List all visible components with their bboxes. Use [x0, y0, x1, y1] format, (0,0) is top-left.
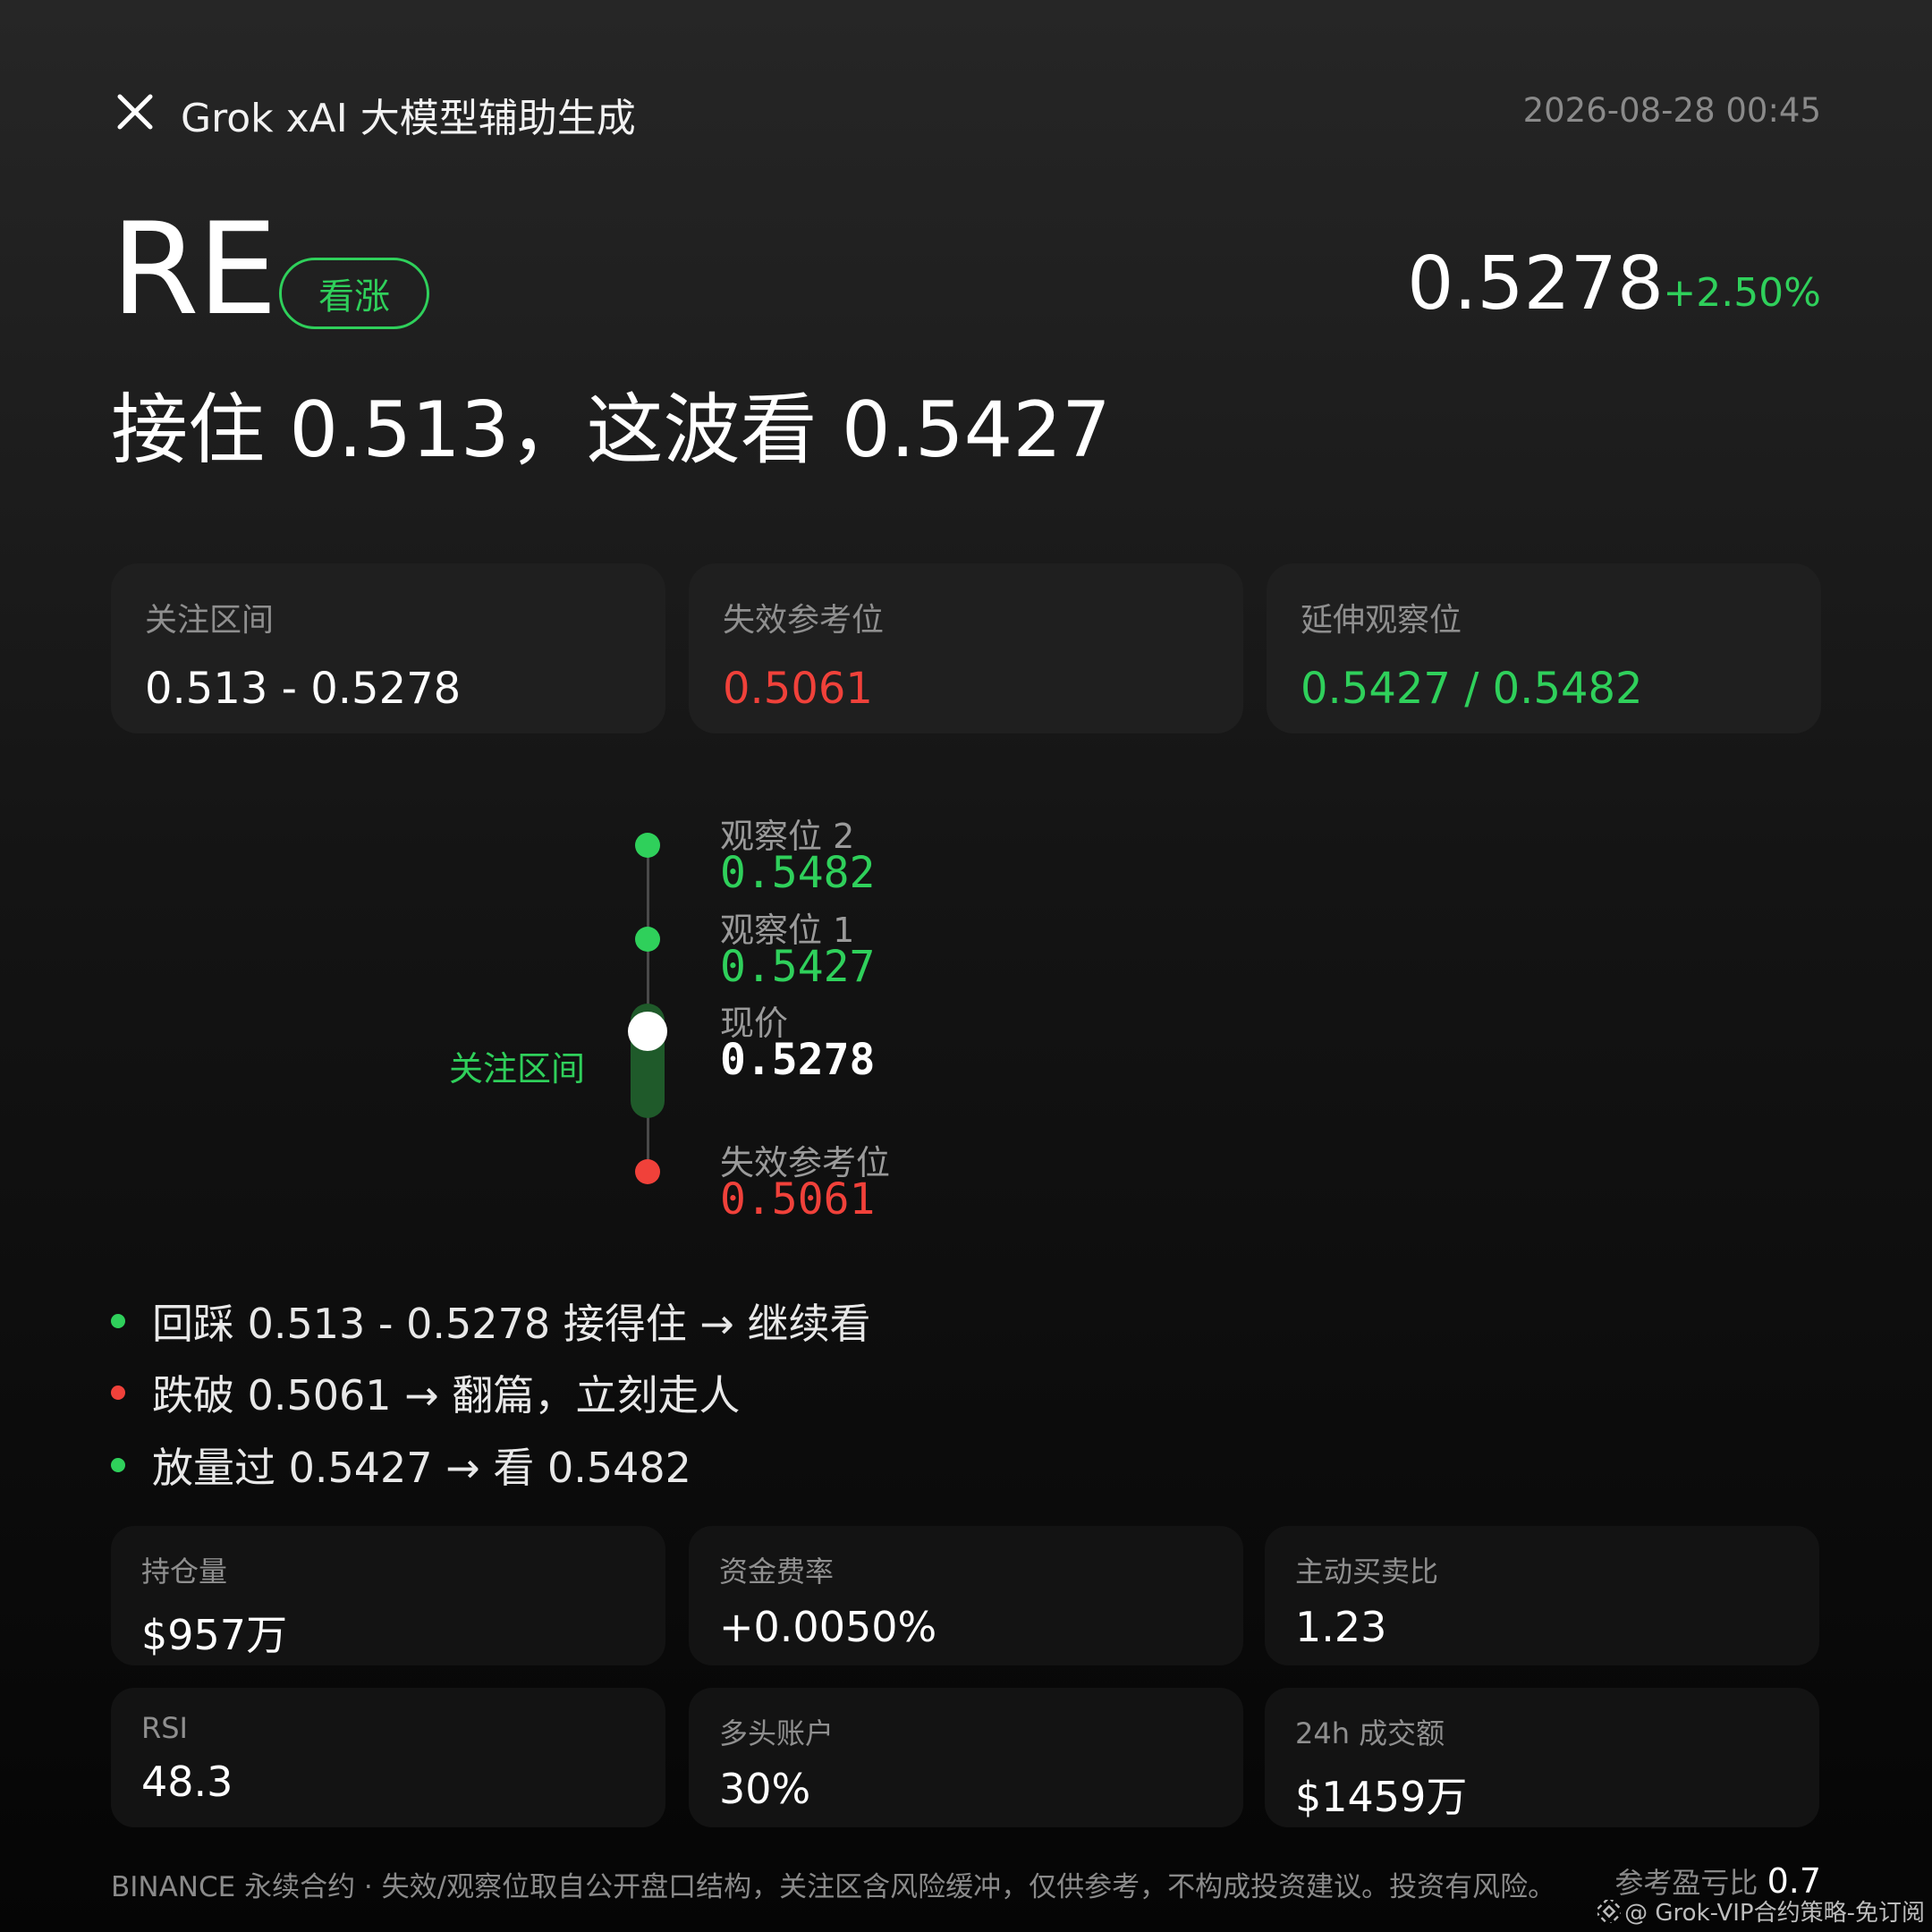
timestamp: 2026-08-28 00:45 [1522, 91, 1821, 130]
level-dot-stop [635, 1159, 660, 1184]
focus-zone-label: 关注区间 [449, 1049, 586, 1089]
stat-funding-rate: 资金费率 +0.0050% [689, 1526, 1243, 1665]
stat-24h-volume: 24h 成交额 $1459万 [1265, 1688, 1819, 1827]
card-value: 0.513 - 0.5278 [145, 664, 462, 714]
symbol-ticker: RE [111, 196, 277, 343]
stat-value: +0.0050% [719, 1603, 937, 1651]
stat-label: RSI [141, 1711, 188, 1745]
stat-value: 30% [719, 1765, 811, 1813]
bullet-text: 放量过 0.5427 → 看 0.5482 [152, 1444, 691, 1492]
app-title: Grok xAI 大模型辅助生成 [181, 96, 636, 141]
level-dot-target-2 [635, 833, 660, 858]
bullet-item: 跌破 0.5061 → 翻篇，立刻走人 [111, 1363, 740, 1422]
level-value: 0.5061 [720, 1174, 876, 1224]
disclaimer: BINANCE 永续合约 · 失效/观察位取自公开盘口结构，关注区含风险缓冲，仅… [111, 1871, 1556, 1903]
bullet-text: 回踩 0.513 - 0.5278 接得住 → 继续看 [152, 1300, 871, 1348]
level-dot-current-price [628, 1012, 667, 1051]
bullet-text: 跌破 0.5061 → 翻篇，立刻走人 [152, 1371, 741, 1419]
price-change: +2.50% [1663, 270, 1821, 316]
card-label: 失效参考位 [723, 602, 885, 639]
watermark-text: @ Grok-VIP合约策略-免订阅 [1624, 1900, 1925, 1927]
stat-buy-sell-ratio: 主动买卖比 1.23 [1265, 1526, 1819, 1665]
bullet-item: 放量过 0.5427 → 看 0.5482 [111, 1436, 691, 1495]
stat-value: $957万 [141, 1611, 288, 1659]
stat-label: 多头账户 [719, 1716, 835, 1750]
close-icon[interactable] [116, 93, 154, 131]
watermark: @ Grok-VIP合约策略-免订阅 [1597, 1894, 1925, 1928]
binance-logo-icon [1597, 1899, 1622, 1923]
stat-label: 持仓量 [141, 1555, 228, 1589]
stat-value: 1.23 [1295, 1603, 1387, 1651]
card-extension-levels: 延伸观察位 0.5427 / 0.5482 [1267, 564, 1821, 733]
stat-label: 主动买卖比 [1295, 1555, 1439, 1589]
card-value: 0.5061 [723, 664, 873, 714]
bullet-dot-green [111, 1314, 125, 1328]
level-value: 0.5278 [720, 1035, 876, 1085]
card-stop-level: 失效参考位 0.5061 [689, 564, 1243, 733]
headline: 接住 0.513，这波看 0.5427 [111, 386, 1111, 475]
card-value: 0.5427 / 0.5482 [1301, 664, 1643, 714]
card-focus-zone: 关注区间 0.513 - 0.5278 [111, 564, 665, 733]
stat-value: $1459万 [1295, 1773, 1468, 1821]
current-price: 0.5278 [1407, 242, 1664, 326]
stat-rsi: RSI 48.3 [111, 1688, 665, 1827]
level-dot-target-1 [635, 927, 660, 952]
stat-value: 48.3 [141, 1758, 233, 1806]
stat-open-interest: 持仓量 $957万 [111, 1526, 665, 1665]
stat-long-accounts: 多头账户 30% [689, 1688, 1243, 1827]
bullet-item: 回踩 0.513 - 0.5278 接得住 → 继续看 [111, 1292, 871, 1351]
card-label: 关注区间 [145, 602, 275, 639]
stat-label: 24h 成交额 [1295, 1716, 1445, 1750]
bullet-dot-red [111, 1385, 125, 1400]
level-value: 0.5482 [720, 848, 876, 898]
stat-label: 资金费率 [719, 1555, 835, 1589]
level-value: 0.5427 [720, 942, 876, 992]
bullet-dot-green [111, 1458, 125, 1472]
card-label: 延伸观察位 [1301, 602, 1462, 639]
bullish-badge: 看涨 [279, 258, 429, 329]
